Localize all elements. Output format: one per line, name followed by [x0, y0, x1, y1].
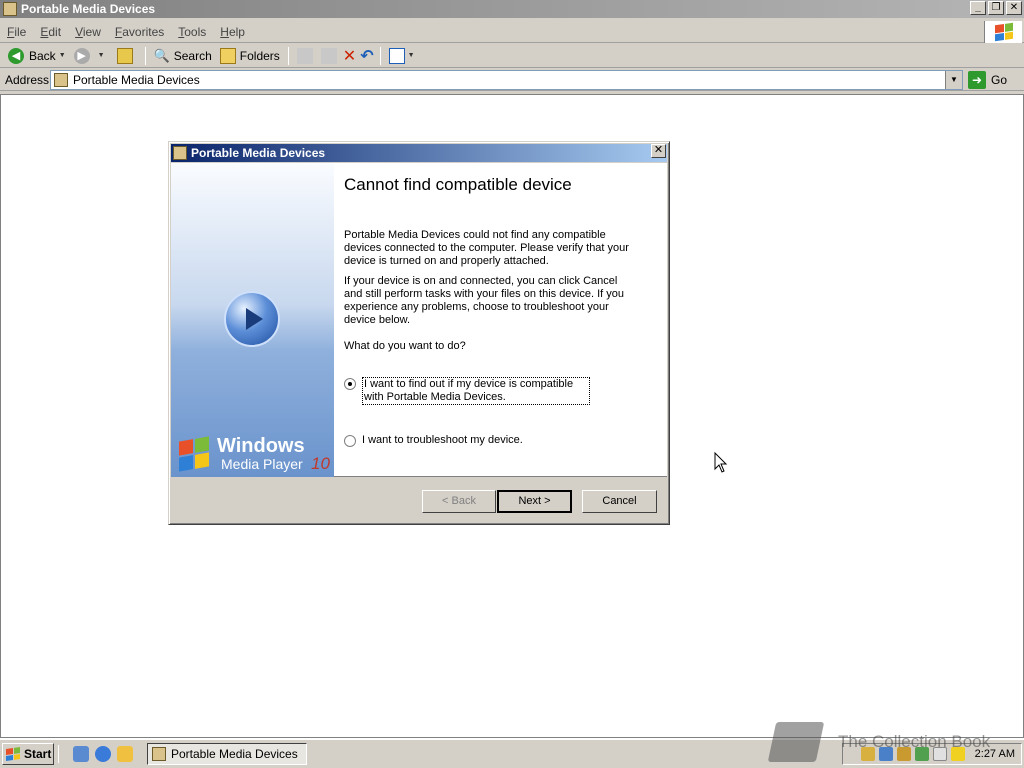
window-controls: _ ❐ ✕ [970, 1, 1022, 15]
windows-flag-icon [179, 436, 209, 472]
internet-explorer-icon[interactable] [95, 746, 111, 762]
next-button[interactable]: Next > [497, 490, 572, 513]
menu-tools[interactable]: Tools [171, 25, 213, 39]
show-desktop-icon[interactable] [73, 746, 89, 762]
wmp-brand-version: 10 [311, 454, 330, 473]
dialog-paragraph-1: Portable Media Devices could not find an… [344, 229, 629, 267]
up-button[interactable] [109, 45, 141, 67]
menu-edit[interactable]: Edit [33, 25, 68, 39]
folders-icon [219, 47, 236, 64]
back-dropdown-icon[interactable]: ▼ [59, 52, 66, 59]
cancel-button[interactable]: Cancel [582, 490, 657, 513]
dialog-body: Windows Media Player 10 Cannot find comp… [171, 163, 667, 477]
folder-up-icon [116, 47, 133, 64]
back-button[interactable]: ◀ Back ▼ [4, 45, 70, 67]
option-troubleshoot-radio[interactable]: I want to troubleshoot my device. [344, 434, 523, 447]
wmp-side-panel: Windows Media Player 10 [171, 163, 334, 477]
folders-button[interactable]: Folders [216, 45, 284, 67]
watermark-text: The Collection Book [838, 732, 991, 751]
windows-logo [984, 21, 1022, 43]
book-icon [767, 722, 825, 762]
address-dropdown-icon[interactable]: ▼ [945, 71, 962, 89]
forward-arrow-icon: ▶ [73, 47, 90, 64]
wmp-brand-media-player: Media Player [221, 456, 303, 472]
views-button[interactable]: ▼ [385, 45, 419, 67]
address-value: Portable Media Devices [73, 73, 200, 87]
forward-button[interactable]: ▶ ▼ [70, 45, 109, 67]
window-title: Portable Media Devices [21, 2, 156, 16]
dialog-close-button[interactable]: ✕ [651, 144, 666, 158]
menu-bar: File Edit View Favorites Tools Help [0, 21, 1024, 43]
delete-icon: ✕ [342, 47, 357, 65]
forward-dropdown-icon[interactable]: ▼ [98, 52, 105, 59]
minimize-button[interactable]: _ [970, 1, 986, 15]
maximize-button[interactable]: ❐ [988, 1, 1004, 15]
address-input[interactable]: Portable Media Devices ▼ [50, 70, 963, 90]
quick-launch [73, 746, 133, 762]
undo-button[interactable]: ↶ [358, 45, 375, 67]
address-bar: Address Portable Media Devices ▼ ➜ Go [0, 69, 1024, 91]
option-compatible-radio[interactable]: I want to find out if my device is compa… [344, 377, 590, 405]
window-titlebar[interactable]: Portable Media Devices _ ❐ ✕ [0, 0, 1024, 18]
menu-view[interactable]: View [68, 25, 108, 39]
views-dropdown-icon: ▼ [407, 52, 415, 59]
play-icon [224, 291, 280, 347]
copy-to-icon[interactable] [320, 47, 337, 64]
back-button[interactable]: < Back [422, 490, 496, 513]
portable-devices-dialog: Portable Media Devices ✕ Windows Media P… [168, 141, 670, 525]
windows-flag-icon [6, 747, 20, 761]
toolbar-separator [144, 46, 146, 65]
dialog-heading: Cannot find compatible device [344, 175, 572, 194]
watermark: The Collection Book [767, 720, 1012, 766]
go-button[interactable]: ➜ Go [968, 70, 1007, 90]
toolbar-separator [287, 46, 289, 65]
toolbar: ◀ Back ▼ ▶ ▼ 🔍 Search Folders ✕ ↶ ▼ [0, 44, 1024, 68]
search-icon: 🔍 [153, 47, 170, 63]
option-troubleshoot-label[interactable]: I want to troubleshoot my device. [362, 434, 523, 447]
portable-devices-icon [152, 747, 166, 761]
radio-button-selected[interactable] [344, 378, 356, 390]
windows-flag-icon [994, 22, 1013, 42]
go-arrow-icon: ➜ [968, 71, 986, 89]
search-button[interactable]: 🔍 Search [150, 45, 216, 67]
media-player-icon[interactable] [117, 746, 133, 762]
back-arrow-icon: ◀ [8, 47, 24, 64]
portable-devices-icon [173, 146, 187, 160]
menu-help[interactable]: Help [213, 25, 252, 39]
menu-file[interactable]: File [0, 25, 33, 39]
taskbar-separator [58, 745, 59, 763]
wmp-logo: Windows Media Player 10 [177, 435, 332, 475]
portable-devices-icon [3, 2, 17, 16]
toolbar-separator [379, 46, 381, 65]
mouse-cursor-icon [714, 452, 728, 473]
close-button[interactable]: ✕ [1006, 1, 1022, 15]
move-to-icon[interactable] [296, 47, 313, 64]
address-label: Address [5, 72, 50, 87]
views-icon [388, 47, 405, 64]
portable-devices-icon [54, 73, 68, 87]
menu-favorites[interactable]: Favorites [108, 25, 171, 39]
dialog-paragraph-2: If your device is on and connected, you … [344, 275, 625, 326]
start-button[interactable]: Start [2, 743, 54, 765]
option-compatible-label[interactable]: I want to find out if my device is compa… [362, 377, 590, 405]
wmp-brand-windows: Windows [217, 435, 305, 457]
delete-button[interactable]: ✕ [341, 45, 358, 67]
dialog-question: What do you want to do? [344, 340, 466, 352]
undo-icon: ↶ [360, 47, 374, 65]
radio-button[interactable] [344, 435, 356, 447]
taskbar-item-portable-devices[interactable]: Portable Media Devices [147, 743, 307, 765]
dialog-title: Portable Media Devices [191, 146, 326, 160]
dialog-titlebar[interactable]: Portable Media Devices [171, 144, 667, 162]
